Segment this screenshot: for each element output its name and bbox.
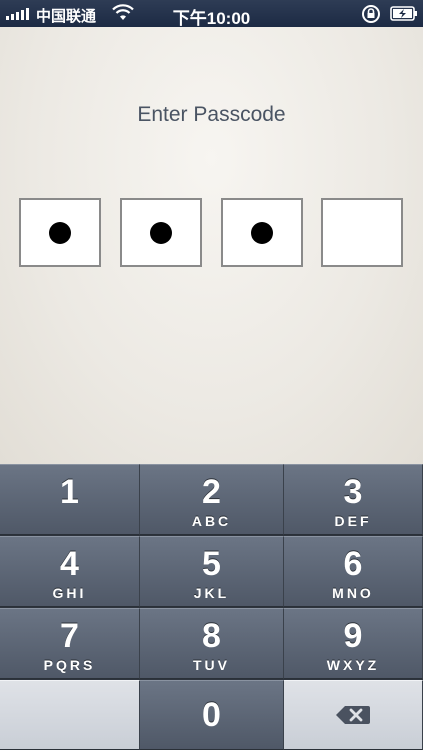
key-3[interactable]: 3 DEF xyxy=(284,464,423,535)
rotation-lock-icon xyxy=(362,5,380,23)
key-number: 6 xyxy=(343,545,363,583)
key-number: 4 xyxy=(60,545,79,583)
passcode-digit-2 xyxy=(120,198,202,267)
key-number: 7 xyxy=(60,617,79,655)
blank-key xyxy=(0,680,140,750)
key-8[interactable]: 8 TUV xyxy=(140,608,284,679)
numeric-keypad: 1 2 ABC 3 DEF 4 GHI 5 JKL 6 MNO 7 PQRS 8… xyxy=(0,464,423,750)
key-9[interactable]: 9 WXYZ xyxy=(284,608,423,679)
key-letters: DEF xyxy=(334,513,372,529)
filled-dot xyxy=(49,221,71,244)
key-number: 1 xyxy=(60,473,79,511)
filled-dot xyxy=(150,221,172,244)
key-number: 0 xyxy=(202,696,221,734)
key-1[interactable]: 1 xyxy=(0,464,140,535)
passcode-digit-3 xyxy=(221,198,303,267)
key-letters: GHI xyxy=(52,585,87,601)
key-number: 5 xyxy=(202,545,221,583)
key-letters: WXYZ xyxy=(326,657,380,673)
key-6[interactable]: 6 MNO xyxy=(284,536,423,607)
key-7[interactable]: 7 PQRS xyxy=(0,608,140,679)
key-number: 2 xyxy=(202,473,221,511)
key-letters: JKL xyxy=(193,585,230,601)
passcode-digit-1 xyxy=(19,198,101,267)
passcode-area: Enter Passcode xyxy=(0,27,423,464)
key-2[interactable]: 2 ABC xyxy=(140,464,284,535)
key-number: 9 xyxy=(343,617,363,655)
key-number: 8 xyxy=(202,617,221,655)
key-letters: PQRS xyxy=(43,657,96,673)
lock-screen: 中国联通 下午10:00 Enter Passcode 1 2 ABC 3 DE… xyxy=(0,0,423,750)
passcode-digit-4 xyxy=(321,198,403,267)
key-5[interactable]: 5 JKL xyxy=(140,536,284,607)
key-number: 3 xyxy=(343,473,363,511)
backspace-icon xyxy=(336,706,370,724)
key-letters: TUV xyxy=(193,657,230,673)
passcode-fields xyxy=(19,198,404,267)
key-letters: MNO xyxy=(332,585,374,601)
key-letters: ABC xyxy=(191,513,232,529)
passcode-prompt: Enter Passcode xyxy=(137,103,286,126)
status-bar: 中国联通 下午10:00 xyxy=(0,0,423,28)
filled-dot xyxy=(251,221,273,244)
battery-charging-icon xyxy=(390,6,417,21)
key-0[interactable]: 0 xyxy=(140,680,284,750)
delete-button[interactable] xyxy=(284,680,423,750)
key-4[interactable]: 4 GHI xyxy=(0,536,140,607)
